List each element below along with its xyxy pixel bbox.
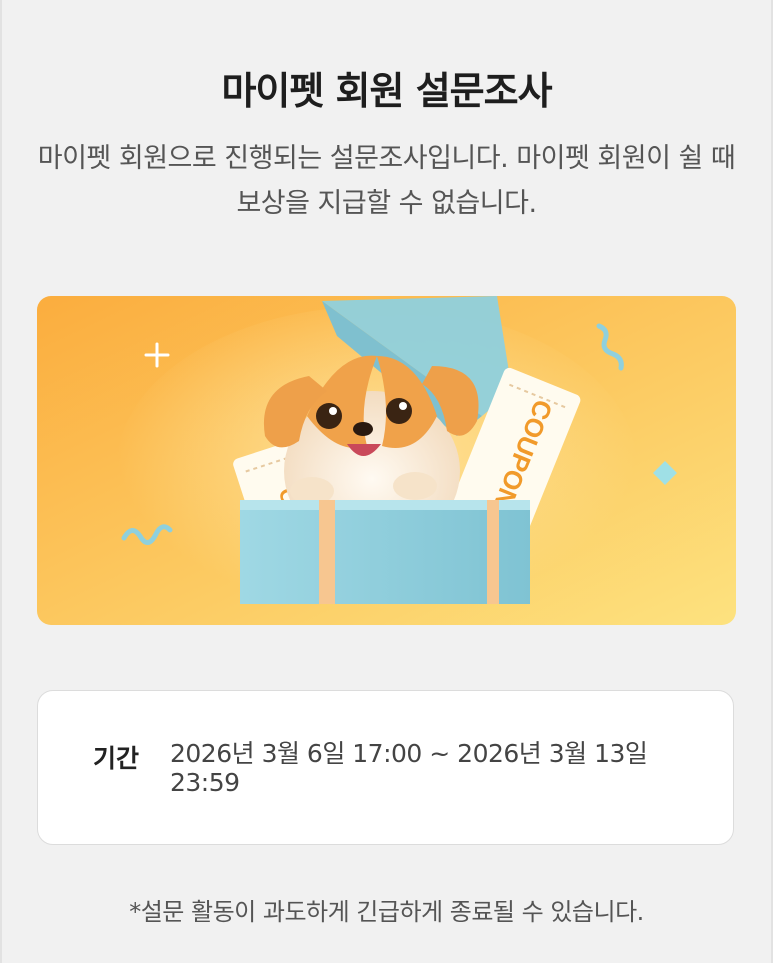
period-card: 기간 2026년 3월 6일 17:00 ~ 2026년 3월 13일 23:5… bbox=[37, 690, 734, 845]
period-label: 기간 bbox=[93, 744, 140, 773]
page-title: 마이펫 회원 설문조사 bbox=[221, 69, 552, 113]
survey-notice: *설문 활동이 과도하게 긴급하게 종료될 수 있습니다. bbox=[129, 898, 644, 926]
period-value: 2026년 3월 6일 17:00 ~ 2026년 3월 13일 23:59 bbox=[170, 739, 648, 797]
gift-box bbox=[240, 500, 530, 604]
page-description: 마이펫 회원으로 진행되는 설문조사입니다. 마이펫 회원이 쉴 때 보상을 지… bbox=[37, 143, 736, 219]
left-edge bbox=[0, 0, 2, 963]
event-banner: CO COUPON bbox=[37, 296, 736, 625]
